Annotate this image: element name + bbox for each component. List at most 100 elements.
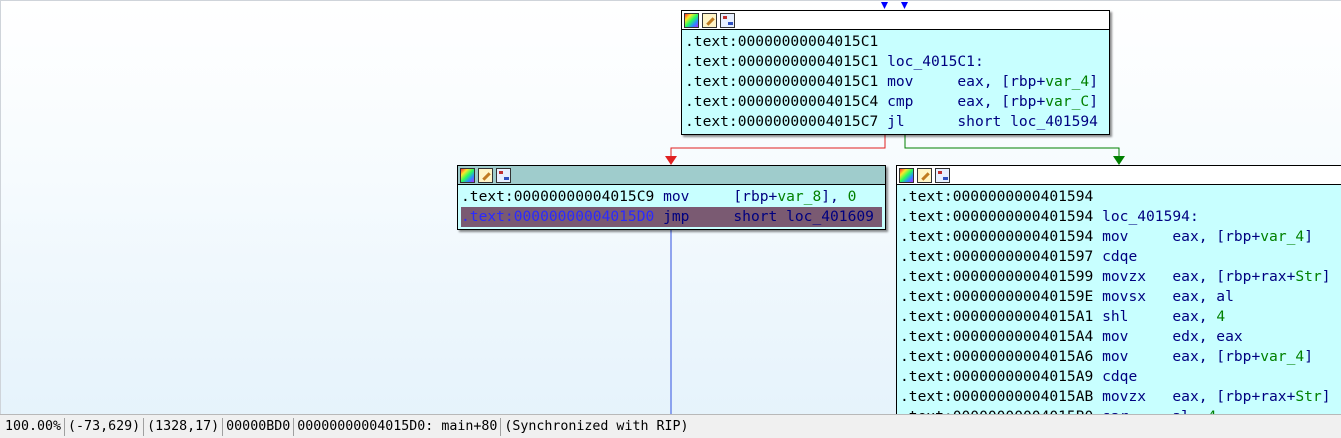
line-address: .text:00000000004015A1 bbox=[900, 308, 1094, 325]
code-line[interactable]: .text:00000000004015A6 mov eax, [rbp+var_… bbox=[900, 347, 1341, 367]
instruction-mnemonic: cmp bbox=[887, 93, 914, 110]
edit-name-icon[interactable] bbox=[702, 12, 717, 28]
line-address: .text:00000000004015A4 bbox=[900, 328, 1094, 345]
line-address: .text:00000000004015C4 bbox=[685, 93, 879, 110]
file-offset: 00000BD0 bbox=[223, 417, 295, 436]
operand-variable[interactable]: var_C bbox=[1045, 93, 1089, 110]
graph-overview-icon[interactable] bbox=[935, 167, 950, 183]
code-line[interactable]: .text:00000000004015C1 mov eax, [rbp+var_… bbox=[685, 72, 1106, 92]
instruction-mnemonic: mov bbox=[887, 73, 914, 90]
code-line[interactable]: .text:00000000004015A9 cdqe bbox=[900, 367, 1341, 387]
operand-variable[interactable]: Str bbox=[1295, 388, 1321, 405]
code-line[interactable]: .text:00000000004015A4 mov edx, eax bbox=[900, 327, 1341, 347]
incoming-arrow-1 bbox=[881, 2, 888, 9]
operand: eax, al bbox=[1172, 288, 1234, 305]
operand: ] bbox=[1321, 268, 1331, 285]
code-line[interactable]: .text:00000000004015B0 saral, 4 bbox=[900, 407, 1341, 414]
code-block-loc-401594[interactable]: .text:0000000000401594 .text:000000000040… bbox=[896, 165, 1341, 414]
edit-name-icon[interactable] bbox=[917, 167, 932, 183]
operand-variable[interactable]: var_4 bbox=[1260, 348, 1304, 365]
code-block-loc-4015C9[interactable]: .text:00000000004015C9 mov [rbp+var_8], 0… bbox=[457, 165, 886, 230]
line-address: .text:000000000040159E bbox=[900, 288, 1094, 305]
true-edge bbox=[904, 135, 1120, 159]
instruction-mnemonic: mov bbox=[1102, 328, 1129, 345]
line-address: .text:00000000004015AB bbox=[900, 388, 1094, 405]
code-line[interactable]: .text:0000000000401594 mov eax, [rbp+var_… bbox=[900, 227, 1341, 247]
operand: edx, eax bbox=[1172, 328, 1243, 345]
true-edge-arrow bbox=[1113, 156, 1125, 165]
instruction-mnemonic: jmp bbox=[663, 208, 690, 225]
edit-name-icon[interactable] bbox=[478, 167, 493, 183]
code-label[interactable]: loc_4015C1: bbox=[887, 53, 984, 70]
line-address: .text:00000000004015A9 bbox=[900, 368, 1094, 385]
block-header bbox=[897, 166, 1341, 185]
incoming-arrow-2 bbox=[901, 2, 908, 9]
operand-variable[interactable]: var_4 bbox=[1045, 73, 1089, 90]
false-edge-arrow bbox=[665, 156, 677, 165]
operand: eax, [rbp+rax+ bbox=[1172, 388, 1296, 405]
false-edge bbox=[670, 135, 886, 159]
operand: eax, [ bbox=[957, 73, 1011, 90]
sync-status: (Synchronized with RIP) bbox=[504, 418, 689, 434]
code-block-loc-4015C1[interactable]: .text:00000000004015C1 .text:000000000040… bbox=[681, 10, 1110, 135]
code-line[interactable]: .text:00000000004015C1 loc_4015C1: bbox=[685, 52, 1106, 72]
code-line[interactable]: .text:0000000000401599 movzx eax, [rbp+ra… bbox=[900, 267, 1341, 287]
line-address: .text:00000000004015C7 bbox=[685, 113, 879, 130]
instruction-mnemonic: cdqe bbox=[1102, 248, 1138, 265]
code-label[interactable]: loc_401594: bbox=[1102, 208, 1199, 225]
code-line[interactable]: .text:0000000000401597 cdqe bbox=[900, 247, 1341, 267]
operand: eax, [rbp+ bbox=[1172, 228, 1261, 245]
instruction-mnemonic: jl bbox=[887, 113, 905, 130]
zoom-level: 100.00% bbox=[2, 417, 66, 436]
color-palette-icon[interactable] bbox=[899, 167, 914, 183]
operand-variable[interactable]: var_4 bbox=[1260, 228, 1304, 245]
code-line[interactable]: .text:000000000040159E movsx eax, al bbox=[900, 287, 1341, 307]
instruction-mnemonic: sar bbox=[1102, 407, 1172, 414]
operand-variable[interactable]: var_8 bbox=[777, 188, 821, 205]
graph-view[interactable]: .text:00000000004015C1 .text:000000000040… bbox=[0, 0, 1341, 414]
current-location: 00000000004015D0: main+80 bbox=[294, 417, 502, 436]
operand: ], bbox=[821, 188, 848, 205]
operand: 0 bbox=[847, 188, 857, 205]
code-line[interactable]: .text:00000000004015C7 jl short loc_40159… bbox=[685, 112, 1106, 132]
color-palette-icon[interactable] bbox=[684, 12, 699, 28]
code-line[interactable]: .text:0000000000401594 loc_401594: bbox=[900, 207, 1341, 227]
instruction-mnemonic: movzx bbox=[1102, 268, 1147, 285]
line-address: .text:0000000000401594 bbox=[900, 208, 1094, 225]
operand: eax, bbox=[1172, 308, 1217, 325]
instruction-mnemonic: movzx bbox=[1102, 388, 1147, 405]
line-address: .text:0000000000401594 bbox=[900, 228, 1094, 245]
code-line[interactable]: .text:00000000004015D0 jmp short loc_4016… bbox=[461, 207, 882, 227]
block-header bbox=[682, 11, 1109, 30]
operand-variable[interactable]: Str bbox=[1295, 268, 1321, 285]
code-line[interactable]: .text:00000000004015A1 shl eax, 4 bbox=[900, 307, 1341, 327]
status-bar: 100.00% (-73,629) (1328,17) 00000BD0 000… bbox=[0, 414, 1341, 438]
line-address: .text:00000000004015C1 bbox=[685, 33, 879, 50]
code-line[interactable]: .text:00000000004015AB movzx eax, [rbp+ra… bbox=[900, 387, 1341, 407]
operand: ] bbox=[1089, 73, 1098, 90]
operand: ] bbox=[1321, 388, 1331, 405]
graph-position: (1328,17) bbox=[144, 417, 224, 436]
operand: eax, [ bbox=[957, 93, 1011, 110]
instruction-mnemonic: shl bbox=[1102, 308, 1129, 325]
instruction-mnemonic: movsx bbox=[1102, 288, 1147, 305]
jump-target-label[interactable]: short loc_401594 bbox=[957, 113, 1098, 130]
code-line[interactable]: .text:00000000004015C9 mov [rbp+var_8], 0 bbox=[461, 187, 882, 207]
operand: 4 bbox=[1216, 308, 1226, 325]
instruction-mnemonic: mov bbox=[1102, 228, 1129, 245]
instruction-mnemonic: mov bbox=[1102, 348, 1129, 365]
jump-target-label[interactable]: short loc_401609 bbox=[733, 208, 874, 225]
graph-overview-icon[interactable] bbox=[496, 167, 511, 183]
code-line[interactable]: .text:00000000004015C1 bbox=[685, 32, 1106, 52]
line-address: .text:0000000000401597 bbox=[900, 248, 1094, 265]
color-palette-icon[interactable] bbox=[460, 167, 475, 183]
operand: eax, [rbp+rax+ bbox=[1172, 268, 1296, 285]
operand: rbp+ bbox=[1010, 73, 1046, 90]
code-line[interactable]: .text:0000000000401594 bbox=[900, 187, 1341, 207]
instruction-mnemonic: cdqe bbox=[1102, 368, 1138, 385]
code-line[interactable]: .text:00000000004015C4 cmp eax, [rbp+var_… bbox=[685, 92, 1106, 112]
line-address: .text:00000000004015C9 bbox=[461, 188, 655, 205]
mouse-position: (-73,629) bbox=[65, 417, 145, 436]
graph-overview-icon[interactable] bbox=[720, 12, 735, 28]
line-address: .text:00000000004015C1 bbox=[685, 73, 879, 90]
